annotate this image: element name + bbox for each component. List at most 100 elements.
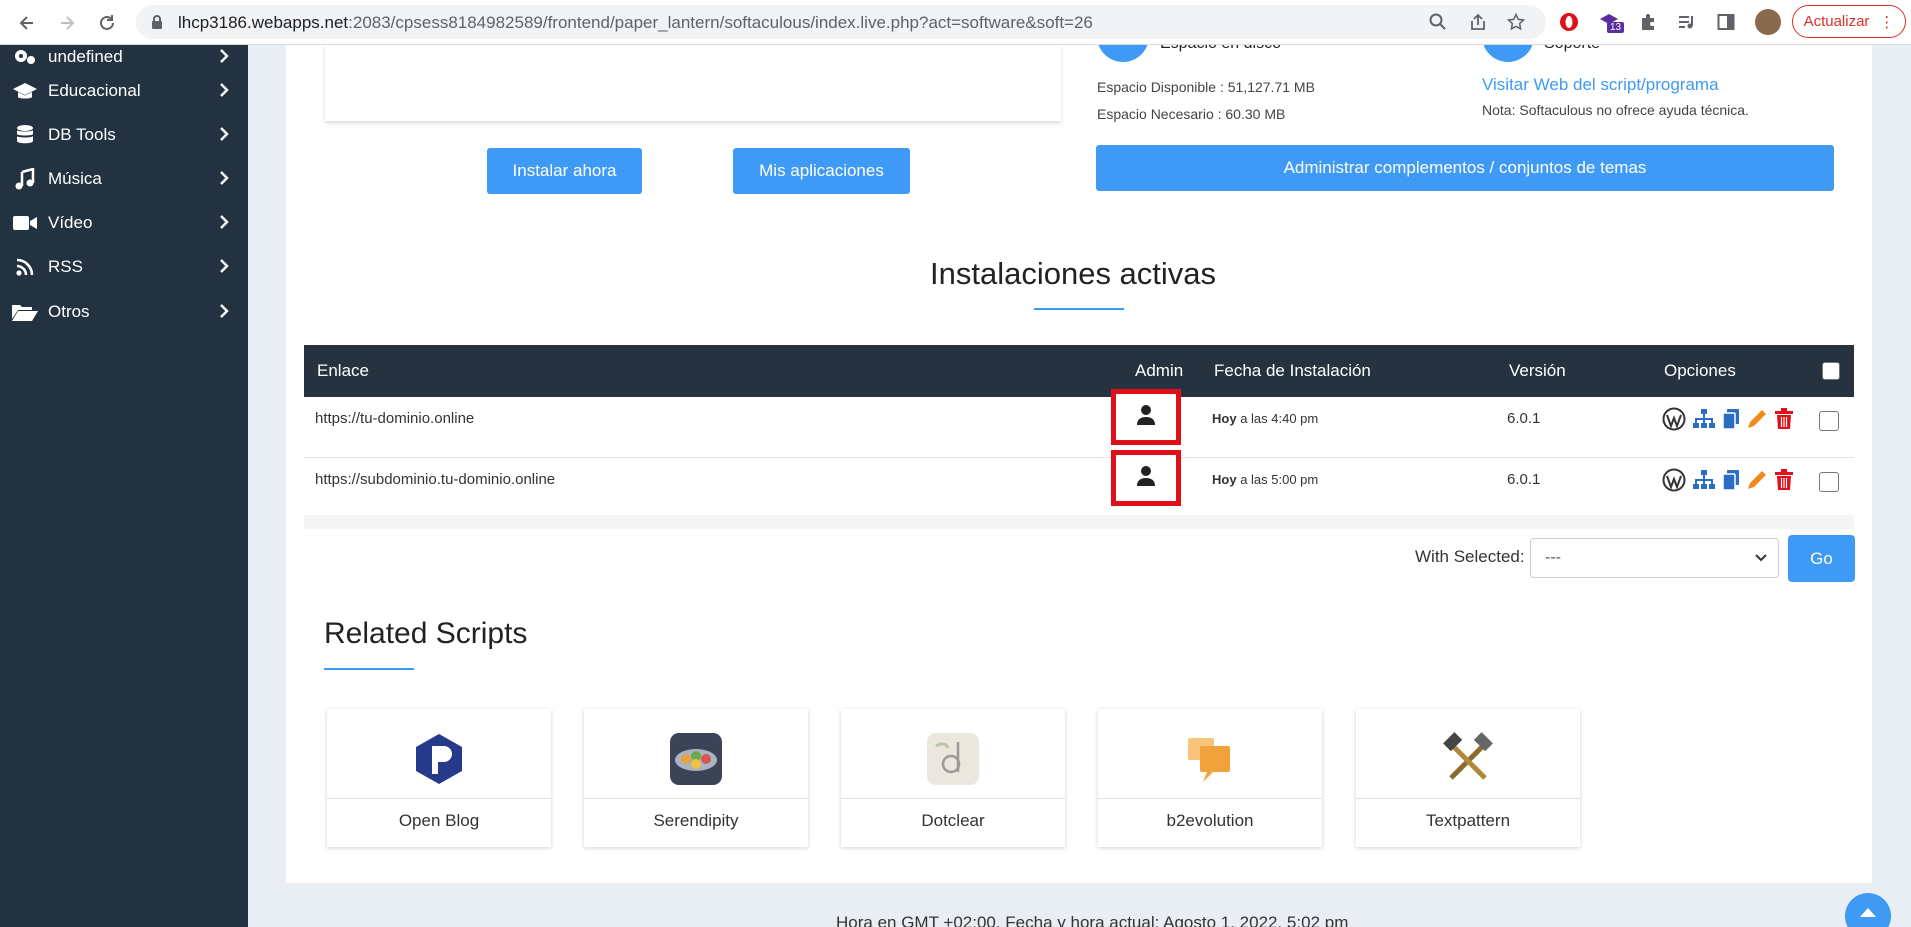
chevron-right-icon bbox=[218, 213, 230, 236]
my-apps-button[interactable]: Mis aplicaciones bbox=[733, 148, 910, 194]
card-divider bbox=[584, 798, 808, 799]
sidebar-item-video[interactable]: Vídeo bbox=[0, 201, 248, 245]
visit-script-website-link[interactable]: Visitar Web del script/programa bbox=[1482, 75, 1719, 95]
delete-trash-icon[interactable] bbox=[1774, 469, 1794, 491]
title-underline bbox=[1034, 308, 1124, 310]
sidebar-item-db-tools[interactable]: DB Tools bbox=[0, 113, 248, 157]
edit-pencil-icon[interactable] bbox=[1746, 469, 1768, 491]
copy-icon[interactable] bbox=[1722, 469, 1740, 491]
admin-login-button[interactable] bbox=[1111, 389, 1181, 445]
wordpress-icon[interactable] bbox=[1662, 468, 1686, 492]
chevron-down-icon bbox=[1754, 551, 1768, 570]
related-script-card[interactable]: Textpattern bbox=[1356, 709, 1580, 847]
space-required-text: Espacio Necesario : 60.30 MB bbox=[1097, 106, 1286, 122]
serendipity-logo-icon bbox=[669, 732, 723, 786]
media-queue-icon[interactable] bbox=[1675, 10, 1699, 34]
sidebar-item-label: Vídeo bbox=[48, 213, 93, 232]
extension-badge-icon[interactable]: 13 bbox=[1597, 10, 1625, 34]
zoom-icon[interactable] bbox=[1428, 12, 1448, 32]
chevron-right-icon bbox=[218, 81, 230, 104]
related-script-name: Dotclear bbox=[921, 811, 985, 830]
related-scripts-title: Related Scripts bbox=[324, 617, 528, 650]
related-script-name: Open Blog bbox=[398, 811, 480, 830]
bulk-action-select[interactable]: --- bbox=[1530, 538, 1779, 578]
gears-icon bbox=[10, 46, 40, 68]
chevron-right-icon bbox=[218, 125, 230, 148]
related-script-card[interactable]: Serendipity bbox=[584, 709, 808, 847]
installation-url-link[interactable]: https://tu-dominio.online bbox=[315, 410, 474, 427]
manage-addons-button[interactable]: Administrar complementos / conjuntos de … bbox=[1096, 145, 1834, 191]
open-blog-logo-icon bbox=[412, 732, 466, 786]
sidebar-item-label: Música bbox=[48, 169, 102, 188]
sidebar-item-musica[interactable]: Música bbox=[0, 157, 248, 201]
rss-icon bbox=[10, 257, 40, 277]
card-divider bbox=[841, 798, 1065, 799]
database-icon bbox=[10, 124, 40, 146]
textpattern-logo-icon bbox=[1441, 732, 1495, 786]
sidebar-item-rss[interactable]: RSS bbox=[0, 245, 248, 289]
graduation-cap-icon bbox=[10, 81, 40, 101]
table-row: https://subdominio.tu-dominio.online Hoy… bbox=[304, 450, 1854, 519]
opera-extension-icon[interactable] bbox=[1557, 10, 1581, 34]
music-note-icon bbox=[10, 168, 40, 190]
chevron-right-icon bbox=[218, 302, 230, 325]
profile-avatar[interactable] bbox=[1755, 9, 1781, 35]
scroll-to-top-button[interactable] bbox=[1845, 893, 1891, 927]
sidebar-item-otros[interactable]: Otros bbox=[0, 290, 248, 334]
dotclear-logo-icon bbox=[926, 732, 980, 786]
caret-up-icon bbox=[1859, 905, 1877, 923]
sidebar-item-label: Otros bbox=[48, 302, 90, 321]
table-footer-strip bbox=[304, 515, 1854, 529]
select-all-checkbox[interactable] bbox=[1822, 362, 1840, 380]
card-divider bbox=[327, 798, 551, 799]
sidebar-item-educacional[interactable]: Educacional bbox=[0, 69, 248, 113]
lock-icon bbox=[150, 14, 164, 35]
go-button[interactable]: Go bbox=[1788, 535, 1855, 582]
installation-url-link[interactable]: https://subdominio.tu-dominio.online bbox=[315, 471, 555, 488]
related-script-name: Textpattern bbox=[1425, 811, 1511, 830]
video-camera-icon bbox=[10, 214, 40, 232]
installation-version: 6.0.1 bbox=[1507, 471, 1541, 488]
table-row: https://tu-dominio.online Hoy a las 4:40… bbox=[304, 389, 1854, 458]
delete-trash-icon[interactable] bbox=[1774, 408, 1794, 430]
column-header-version: Versión bbox=[1509, 361, 1566, 380]
server-time-footer: Hora en GMT +02:00. Fecha y hora actual:… bbox=[836, 913, 1349, 927]
space-available-text: Espacio Disponible : 51,127.71 MB bbox=[1097, 79, 1315, 95]
share-icon[interactable] bbox=[1468, 12, 1488, 32]
address-bar-overlay[interactable]: lhcp3186.webapps.net:2083/cpsess81849825… bbox=[136, 5, 1546, 39]
folder-open-icon bbox=[10, 302, 40, 322]
sidebar: undefined Educacional DB Tools Música Ví… bbox=[0, 45, 248, 927]
wordpress-icon[interactable] bbox=[1662, 407, 1686, 431]
install-now-button[interactable]: Instalar ahora bbox=[487, 148, 642, 194]
clone-sitemap-icon[interactable] bbox=[1692, 408, 1716, 430]
admin-login-button[interactable] bbox=[1111, 450, 1181, 506]
update-button[interactable]: Actualizar⋮ bbox=[1792, 5, 1906, 38]
user-icon bbox=[1136, 404, 1156, 431]
side-panel-icon[interactable] bbox=[1714, 10, 1738, 34]
card-divider bbox=[1098, 798, 1322, 799]
puzzle-extensions-icon[interactable] bbox=[1636, 10, 1660, 34]
related-script-name: b2evolution bbox=[1166, 811, 1254, 830]
column-header-admin: Admin bbox=[1135, 361, 1184, 380]
row-select-checkbox[interactable] bbox=[1819, 472, 1839, 492]
row-options bbox=[1662, 468, 1794, 492]
related-script-card[interactable]: b2evolution bbox=[1098, 709, 1322, 847]
with-selected-label: With Selected: bbox=[1415, 547, 1525, 566]
edit-pencil-icon[interactable] bbox=[1746, 408, 1768, 430]
extension-badge-count: 13 bbox=[1607, 22, 1625, 33]
column-header-options: Opciones bbox=[1664, 361, 1736, 380]
installation-date: Hoy a las 4:40 pm bbox=[1212, 411, 1319, 426]
copy-icon[interactable] bbox=[1722, 408, 1740, 430]
related-script-card[interactable]: Dotclear bbox=[841, 709, 1065, 847]
related-script-card[interactable]: Open Blog bbox=[327, 709, 551, 847]
user-icon bbox=[1136, 465, 1156, 492]
column-header-date: Fecha de Instalación bbox=[1214, 361, 1371, 380]
active-installations-title: Instalaciones activas bbox=[930, 256, 1217, 291]
title-underline bbox=[324, 668, 414, 670]
clone-sitemap-icon[interactable] bbox=[1692, 469, 1716, 491]
url-text-overlay: lhcp3186.webapps.net:2083/cpsess81849825… bbox=[178, 13, 1093, 32]
row-select-checkbox[interactable] bbox=[1819, 411, 1839, 431]
bookmark-star-icon[interactable] bbox=[1506, 12, 1526, 32]
installation-version: 6.0.1 bbox=[1507, 410, 1541, 427]
sidebar-item-label: undefined bbox=[48, 47, 123, 66]
